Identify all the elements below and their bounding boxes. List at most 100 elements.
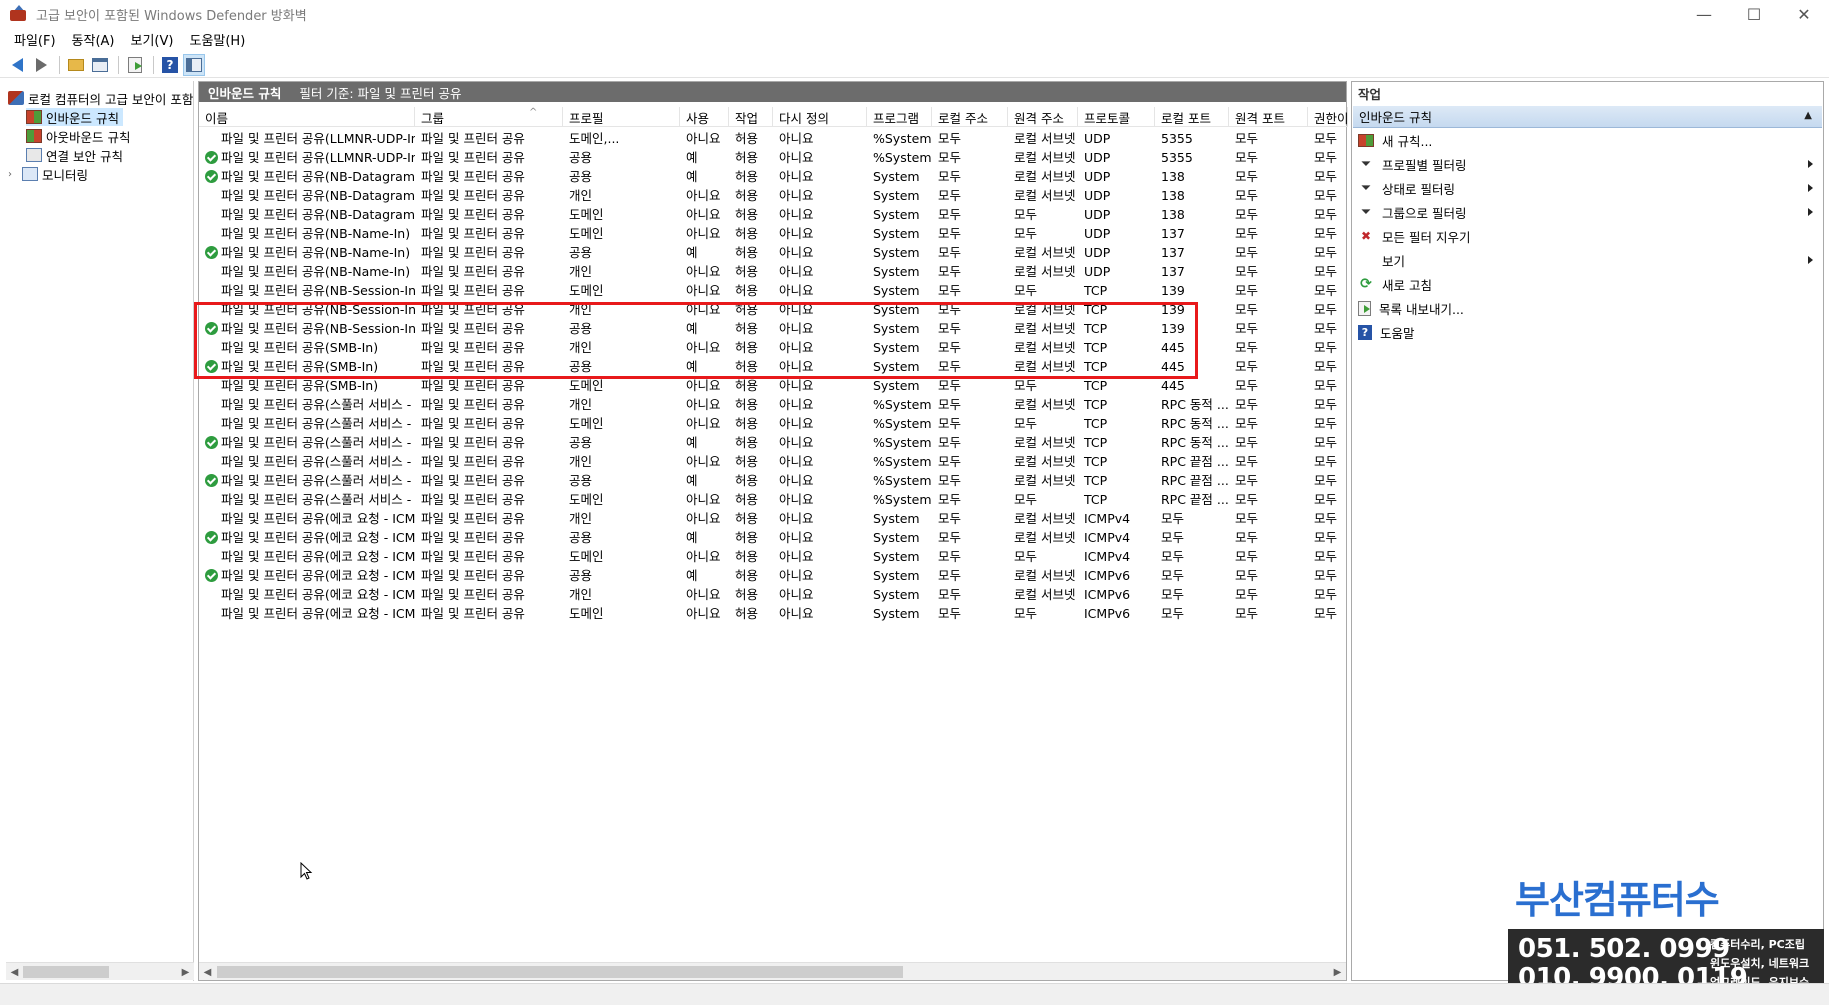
column-header[interactable]: 이름 <box>199 107 415 127</box>
rule-row[interactable]: 파일 및 프린터 공유(스풀러 서비스 - RP... 파일 및 프린터 공유 개인… <box>199 452 1347 471</box>
rule-row[interactable]: 파일 및 프린터 공유(에코 요청 - ICMPv... 파일 및 프린터 공유 개… <box>199 509 1347 528</box>
scroll-left-icon[interactable]: ◀ <box>199 963 216 981</box>
rules-horizontal-scrollbar[interactable]: ◀ ▶ <box>199 962 1346 980</box>
rule-row[interactable]: 파일 및 프린터 공유(스풀러 서비스 - RP... 파일 및 프린터 공유 공용… <box>199 433 1347 452</box>
rule-row[interactable]: 파일 및 프린터 공유(NB-Name-In) 파일 및 프린터 공유 개인 아니요 허… <box>199 262 1347 281</box>
column-header[interactable]: 프로토콜 <box>1078 107 1155 127</box>
scrollbar-thumb[interactable] <box>23 966 109 978</box>
tree-root[interactable]: 로컬 컴퓨터의 고급 보안이 포함 <box>8 89 193 107</box>
rule-cell: 아니요 <box>779 169 814 184</box>
close-button[interactable]: ✕ <box>1779 0 1829 28</box>
rule-cell: 모두 <box>938 435 962 450</box>
rule-row[interactable]: 파일 및 프린터 공유(NB-Session-In) 파일 및 프린터 공유 도메인… <box>199 281 1347 300</box>
forward-button[interactable] <box>30 54 52 76</box>
rule-cell: 허용 <box>735 188 759 203</box>
rule-row[interactable]: 파일 및 프린터 공유(에코 요청 - ICMPv... 파일 및 프린터 공유 도… <box>199 547 1347 566</box>
scrollbar-thumb[interactable] <box>217 966 903 978</box>
rule-cell: 모두 <box>1235 416 1259 431</box>
rule-cell: UDP <box>1084 264 1111 279</box>
rule-row[interactable]: 파일 및 프린터 공유(LLMNR-UDP-In) 파일 및 프린터 공유 도메인,… <box>199 129 1347 148</box>
rule-row[interactable]: 파일 및 프린터 공유(에코 요청 - ICMPv... 파일 및 프린터 공유 개… <box>199 585 1347 604</box>
rule-row[interactable]: 파일 및 프린터 공유(NB-Name-In) 파일 및 프린터 공유 도메인 아니요… <box>199 224 1347 243</box>
rule-cell: 공용 <box>569 530 593 545</box>
scroll-left-icon[interactable]: ◀ <box>6 963 23 981</box>
rule-row[interactable]: 파일 및 프린터 공유(NB-Name-In) 파일 및 프린터 공유 공용 예 허용 아… <box>199 243 1347 262</box>
blank-icon <box>1358 252 1374 268</box>
menu-help[interactable]: 도움말(H) <box>181 30 253 49</box>
column-header[interactable]: 다시 정의 <box>773 107 867 127</box>
rule-cell: 파일 및 프린터 공유 <box>421 131 525 146</box>
rule-row[interactable]: 파일 및 프린터 공유(스풀러 서비스 - RP... 파일 및 프린터 공유 개인… <box>199 395 1347 414</box>
rule-cell: 모두 <box>1314 606 1338 621</box>
column-header[interactable]: 그룹 <box>415 107 563 127</box>
scroll-right-icon[interactable]: ▶ <box>177 963 194 981</box>
rule-row[interactable]: 파일 및 프린터 공유(스풀러 서비스 - RP... 파일 및 프린터 공유 도메… <box>199 490 1347 509</box>
maximize-button[interactable]: ☐ <box>1729 0 1779 28</box>
column-header[interactable]: 로컬 주소 <box>932 107 1008 127</box>
menu-action[interactable]: 동작(A) <box>64 30 123 49</box>
action-item[interactable]: 새 규칙... <box>1352 128 1823 152</box>
scroll-right-icon[interactable]: ▶ <box>1329 963 1346 981</box>
export-list-button[interactable] <box>124 54 146 76</box>
rule-row[interactable]: 파일 및 프린터 공유(NB-Session-In) 파일 및 프린터 공유 공용 예… <box>199 319 1347 338</box>
rule-row[interactable]: 파일 및 프린터 공유(스풀러 서비스 - RP... 파일 및 프린터 공유 공용… <box>199 471 1347 490</box>
action-item[interactable]: ⏷ 그룹으로 필터링 <box>1352 200 1823 224</box>
column-header[interactable]: 사용 <box>680 107 729 127</box>
rule-cell: 파일 및 프린터 공유 <box>421 150 525 165</box>
column-header[interactable]: 원격 포트 <box>1229 107 1308 127</box>
up-folder-button[interactable] <box>65 54 87 76</box>
action-item[interactable]: ✖ 모든 필터 지우기 <box>1352 224 1823 248</box>
rule-row[interactable]: 파일 및 프린터 공유(스풀러 서비스 - RP... 파일 및 프린터 공유 도메… <box>199 414 1347 433</box>
rule-cell: System <box>873 169 920 184</box>
action-item[interactable]: 보기 <box>1352 248 1823 272</box>
rule-row[interactable]: 파일 및 프린터 공유(에코 요청 - ICMPv... 파일 및 프린터 공유 공… <box>199 566 1347 585</box>
rule-cell: 파일 및 프린터 공유(NB-Datagram-In) <box>221 207 415 222</box>
rule-cell: 공용 <box>569 245 593 260</box>
action-item[interactable]: ⏷ 상태로 필터링 <box>1352 176 1823 200</box>
rule-cell: 허용 <box>735 606 759 621</box>
tree-item-outbound[interactable]: 아웃바운드 규칙 <box>26 127 130 145</box>
column-header[interactable]: 작업 <box>729 107 773 127</box>
action-item[interactable]: ⟳ 새로 고침 <box>1352 272 1823 296</box>
action-item[interactable]: 목록 내보내기... <box>1352 296 1823 320</box>
tree-item-inbound[interactable]: 인바운드 규칙 <box>26 108 123 126</box>
rule-row[interactable]: 파일 및 프린터 공유(SMB-In) 파일 및 프린터 공유 개인 아니요 허용 아니요… <box>199 338 1347 357</box>
show-action-pane-button[interactable] <box>183 53 205 76</box>
rule-row[interactable]: 파일 및 프린터 공유(NB-Datagram-In) 파일 및 프린터 공유 공용… <box>199 167 1347 186</box>
menu-view[interactable]: 보기(V) <box>123 30 182 49</box>
action-item[interactable]: ⏷ 프로필별 필터링 <box>1352 152 1823 176</box>
column-header[interactable]: 원격 주소 <box>1008 107 1078 127</box>
rule-row[interactable]: 파일 및 프린터 공유(NB-Datagram-In) 파일 및 프린터 공유 개인… <box>199 186 1347 205</box>
actions-section-inbound[interactable]: 인바운드 규칙 ▲ <box>1353 106 1822 128</box>
rule-cell: 모두 <box>938 568 962 583</box>
column-header[interactable]: 로컬 포트 <box>1155 107 1229 127</box>
rule-row[interactable]: 파일 및 프린터 공유(NB-Session-In) 파일 및 프린터 공유 개인 아… <box>199 300 1347 319</box>
rule-row[interactable]: 파일 및 프린터 공유(에코 요청 - ICMPv... 파일 및 프린터 공유 도… <box>199 604 1347 623</box>
rule-cell: 도메인 <box>569 207 604 222</box>
rule-cell: UDP <box>1084 150 1111 165</box>
column-header[interactable]: 프로그램 <box>867 107 932 127</box>
help-button[interactable]: ? <box>159 54 181 76</box>
menu-file[interactable]: 파일(F) <box>6 30 64 49</box>
column-header[interactable]: 권한이 <box>1308 107 1348 127</box>
submenu-arrow-icon <box>1808 256 1813 264</box>
rule-row[interactable]: 파일 및 프린터 공유(SMB-In) 파일 및 프린터 공유 도메인 아니요 허용 아니… <box>199 376 1347 395</box>
rule-cell: 도메인 <box>569 283 604 298</box>
rule-row[interactable]: 파일 및 프린터 공유(LLMNR-UDP-In) 파일 및 프린터 공유 공용 예 허… <box>199 148 1347 167</box>
action-item[interactable]: ? 도움말 <box>1352 320 1823 344</box>
expand-chevron-icon[interactable]: › <box>8 169 18 180</box>
collapse-icon[interactable]: ▲ <box>1804 110 1812 121</box>
rule-row[interactable]: 파일 및 프린터 공유(SMB-In) 파일 및 프린터 공유 공용 예 허용 아니요 Sy… <box>199 357 1347 376</box>
tree-item-connection-security[interactable]: 연결 보안 규칙 <box>26 146 123 164</box>
rule-cell: 개인 <box>569 587 593 602</box>
rule-cell: %System... <box>873 131 932 146</box>
rule-row[interactable]: 파일 및 프린터 공유(NB-Datagram-In) 파일 및 프린터 공유 도메… <box>199 205 1347 224</box>
minimize-button[interactable]: — <box>1679 0 1729 28</box>
show-hide-tree-button[interactable] <box>89 54 111 76</box>
column-header[interactable]: 프로필 <box>563 107 680 127</box>
tree-horizontal-scrollbar[interactable]: ◀ ▶ <box>6 962 194 980</box>
rule-row[interactable]: 파일 및 프린터 공유(에코 요청 - ICMPv... 파일 및 프린터 공유 공… <box>199 528 1347 547</box>
back-button[interactable] <box>6 54 28 76</box>
rule-cell: 예 <box>686 169 698 184</box>
tree-item-monitoring[interactable]: › 모니터링 <box>8 165 88 183</box>
